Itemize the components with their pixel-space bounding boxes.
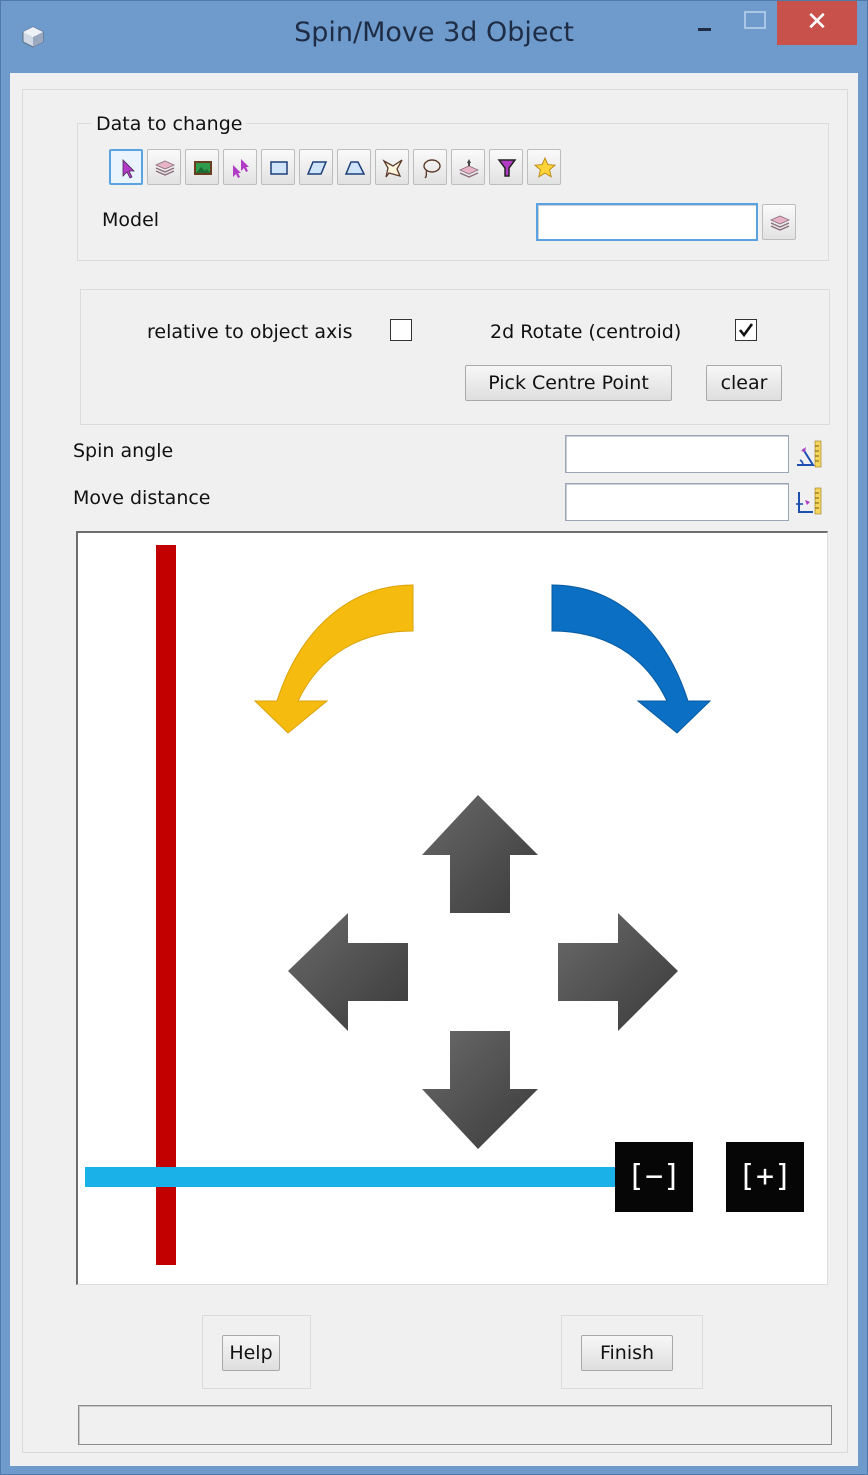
select-pointer-icon xyxy=(122,159,135,179)
preview-canvas[interactable]: [−] [+] xyxy=(76,531,828,1285)
tool-rectangle[interactable] xyxy=(261,149,295,185)
data-to-change-legend: Data to change xyxy=(92,113,247,135)
zoom-in-button[interactable]: [+] xyxy=(726,1142,804,1212)
model-picker-button[interactable] xyxy=(762,204,796,240)
close-button[interactable]: ✕ xyxy=(777,1,857,45)
polygon-icon xyxy=(344,161,366,175)
tool-select-pointer[interactable] xyxy=(109,149,143,185)
close-icon: ✕ xyxy=(806,7,828,37)
rotate-ccw-arrow-icon[interactable] xyxy=(253,584,414,734)
tool-multi-select[interactable] xyxy=(223,149,257,185)
zoom-out-button[interactable]: [−] xyxy=(615,1142,693,1212)
tool-parallelogram[interactable] xyxy=(299,149,333,185)
parallelogram-icon xyxy=(306,161,328,175)
preview-graphic xyxy=(85,545,712,1265)
multi-select-icon xyxy=(233,159,249,178)
model-layers-icon xyxy=(770,215,790,231)
model-label: Model xyxy=(102,209,160,231)
tool-lasso[interactable] xyxy=(413,149,447,185)
status-bar xyxy=(78,1405,832,1445)
move-left-arrow-icon[interactable] xyxy=(288,913,408,1031)
angle-pick-icon xyxy=(797,440,822,468)
tool-favourite-star[interactable] xyxy=(527,149,561,185)
tool-fence[interactable] xyxy=(375,149,409,185)
rotate-cw-arrow-icon[interactable] xyxy=(551,584,712,734)
spin-angle-field[interactable] xyxy=(565,435,789,473)
favourite-star-icon xyxy=(534,157,556,178)
move-up-arrow-icon[interactable] xyxy=(422,795,538,913)
minimize-button[interactable] xyxy=(681,1,727,45)
fence-icon xyxy=(382,159,403,178)
model-layers-icon xyxy=(155,160,175,176)
dialog-window: Spin/Move 3d Object ✕ Data to change Mod… xyxy=(0,0,868,1475)
clear-button[interactable]: clear xyxy=(706,365,782,401)
layer-stack-icon xyxy=(459,159,479,178)
title-bar[interactable]: Spin/Move 3d Object ✕ xyxy=(1,1,867,73)
checkmark-icon xyxy=(738,323,754,338)
model-field[interactable] xyxy=(536,203,758,241)
move-distance-label: Move distance xyxy=(73,487,211,509)
move-distance-pick-button[interactable] xyxy=(793,484,823,518)
vertical-axis-bar xyxy=(156,545,176,1265)
tool-layer-stack[interactable] xyxy=(451,149,485,185)
spin-angle-label: Spin angle xyxy=(73,440,174,462)
move-down-arrow-icon[interactable] xyxy=(422,1031,538,1149)
tool-filter[interactable] xyxy=(489,149,523,185)
spin-angle-pick-button[interactable] xyxy=(793,437,823,471)
distance-pick-icon xyxy=(796,487,822,515)
finish-button[interactable]: Finish xyxy=(581,1335,673,1371)
horizontal-axis-bar xyxy=(85,1167,621,1187)
relative-to-axis-checkbox[interactable] xyxy=(390,319,412,341)
rectangle-icon xyxy=(270,161,288,175)
move-right-arrow-icon[interactable] xyxy=(558,913,678,1031)
options-group xyxy=(80,289,830,425)
tool-model-layers[interactable] xyxy=(147,149,181,185)
rotate-centroid-label: 2d Rotate (centroid) xyxy=(490,321,682,343)
help-button[interactable]: Help xyxy=(222,1335,280,1371)
pick-centre-point-button[interactable]: Pick Centre Point xyxy=(465,365,672,401)
filter-icon xyxy=(497,159,517,177)
lasso-icon xyxy=(423,159,441,179)
maximize-button[interactable] xyxy=(731,1,777,45)
tool-polygon[interactable] xyxy=(337,149,371,185)
relative-to-axis-label: relative to object axis xyxy=(147,321,353,343)
view-image-icon xyxy=(194,161,212,175)
tool-view-image[interactable] xyxy=(185,149,219,185)
dialog-body: Data to change Model relative to object … xyxy=(10,73,858,1466)
move-distance-field[interactable] xyxy=(565,483,789,521)
rotate-centroid-checkbox[interactable] xyxy=(735,319,757,341)
